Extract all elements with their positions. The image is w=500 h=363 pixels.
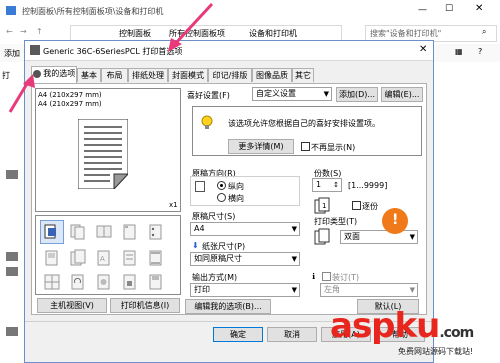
watermark-tagline: 免费网站源码下载站! <box>398 347 474 356</box>
watermark-logo: aspku.com <box>330 306 474 346</box>
arrow-to-tab <box>8 81 30 113</box>
arrow-to-title <box>173 2 214 46</box>
